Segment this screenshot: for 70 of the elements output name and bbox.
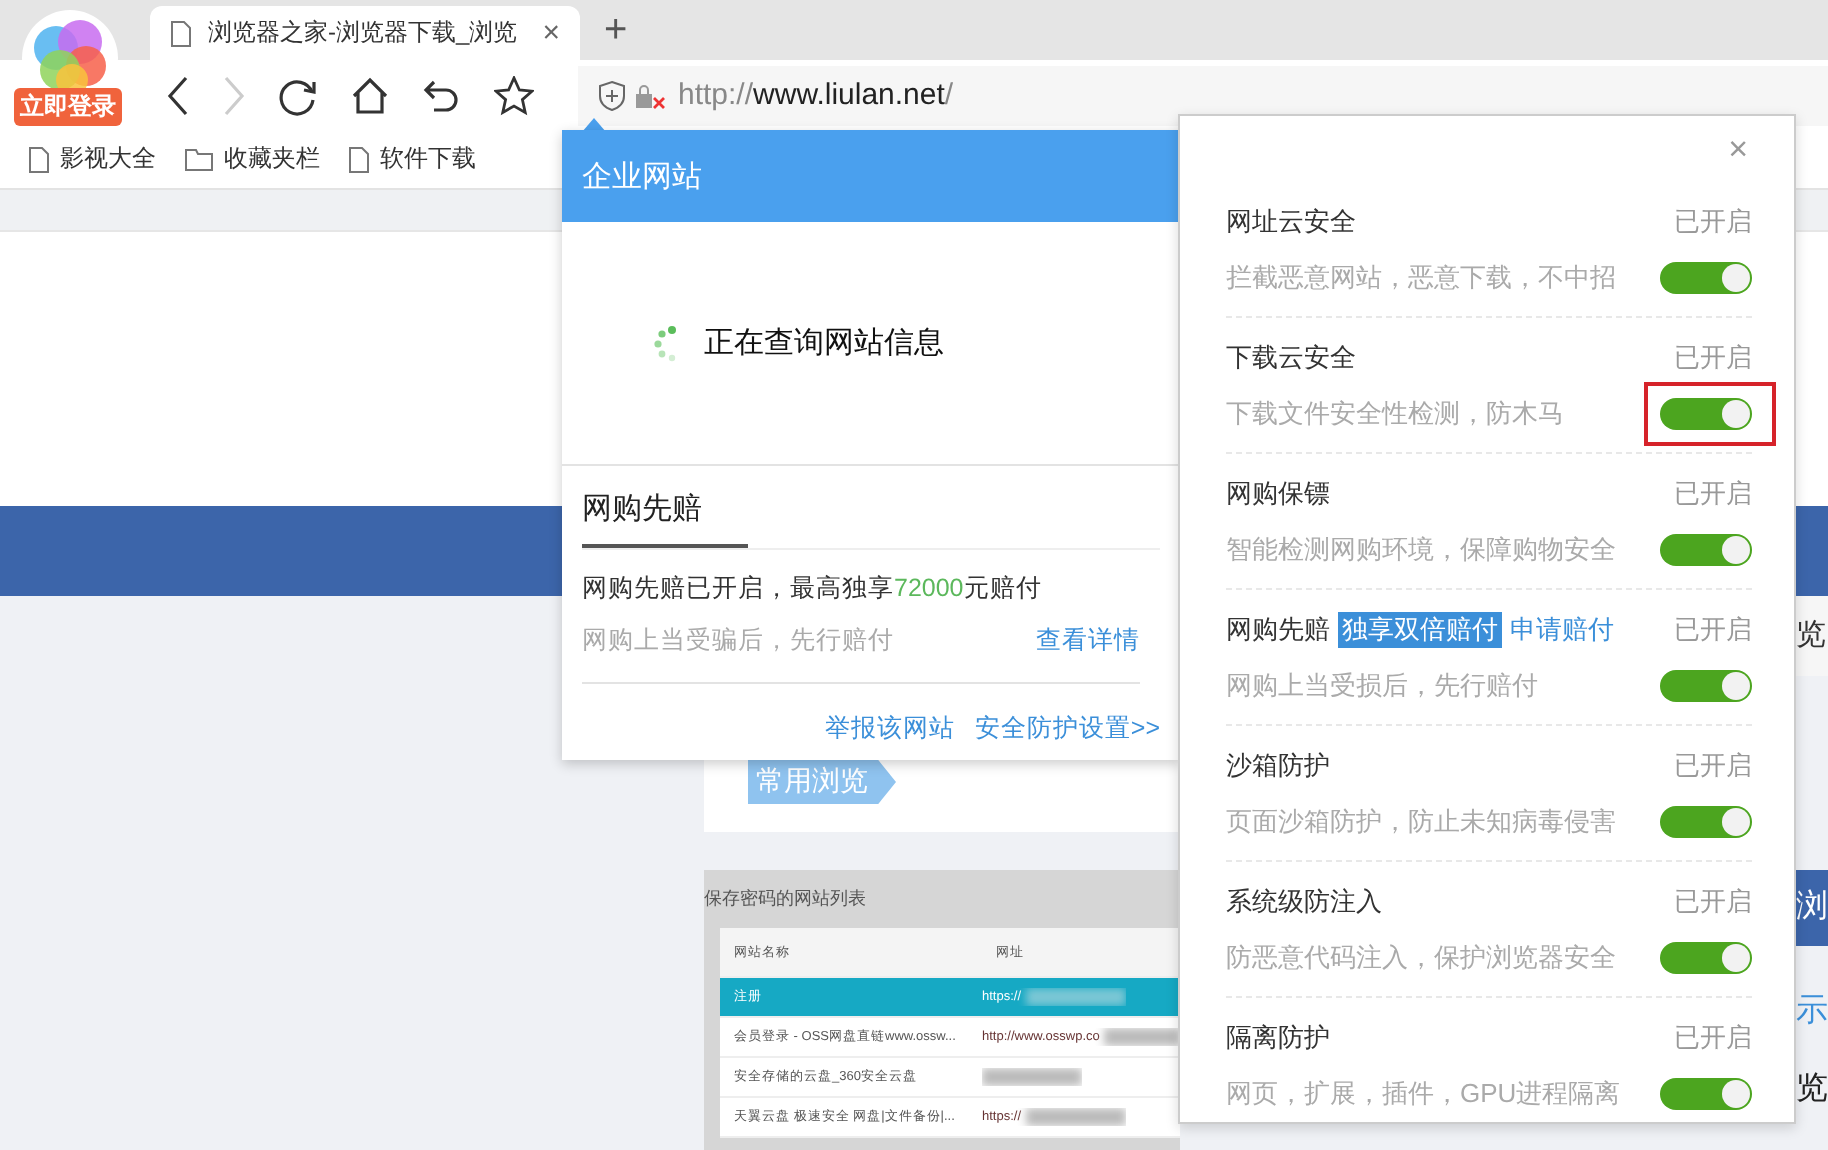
- browser-tab[interactable]: 浏览器之家-浏览器下载_浏览 ×: [150, 6, 580, 60]
- toggle-switch[interactable]: [1660, 261, 1752, 293]
- edge-text: 览: [1796, 1070, 1828, 1110]
- blurred-text: [1025, 988, 1126, 1006]
- guarantee-text: 网购先赔已开启，最高独享72000元赔付: [582, 548, 1160, 606]
- edge-button[interactable]: 浏: [1796, 870, 1828, 946]
- screenshot-title: 保存密码的网站列表: [704, 886, 866, 912]
- status-label: 已开启: [1674, 747, 1752, 783]
- status-label: 已开启: [1674, 883, 1752, 919]
- status-label: 已开启: [1674, 1020, 1752, 1056]
- blurred-text: [1025, 1108, 1126, 1126]
- new-tab-button[interactable]: +: [604, 8, 628, 54]
- tab-title: 浏览器之家-浏览器下载_浏览: [208, 16, 520, 50]
- toggle-switch[interactable]: [1660, 533, 1752, 565]
- status-text: 正在查询网站信息: [704, 324, 944, 362]
- setting-description: 网购上当受损后，先行赔付: [1226, 667, 1540, 703]
- section-tab[interactable]: 网购先赔: [582, 466, 748, 548]
- page-icon: [348, 145, 370, 173]
- setting-description: 智能检测网购环境，保障购物安全: [1226, 531, 1618, 567]
- note-text: 网购上当受骗后，先行赔付: [582, 624, 894, 658]
- status-label: 已开启: [1674, 611, 1752, 647]
- claim-link[interactable]: 申请赔付: [1510, 611, 1614, 647]
- star-icon[interactable]: [494, 75, 534, 115]
- home-icon[interactable]: [350, 75, 390, 115]
- setting-description: 防恶意代码注入，保护浏览器安全: [1226, 939, 1618, 975]
- folder-icon: [184, 147, 214, 171]
- back-icon[interactable]: [166, 75, 190, 115]
- footer-link[interactable]: 举报该网站: [824, 712, 955, 746]
- page-icon: [28, 145, 50, 173]
- setting-title: 网购先赔: [1226, 611, 1330, 647]
- login-button[interactable]: 立即登录: [14, 88, 122, 126]
- address-bar[interactable]: http://www.liulan.net/: [578, 65, 1828, 125]
- toggle-switch[interactable]: [1660, 669, 1752, 701]
- setting-description: 下载文件安全性检测，防木马: [1226, 395, 1566, 431]
- setting-title: 隔离防护: [1226, 1020, 1330, 1056]
- status-label: 已开启: [1674, 339, 1752, 375]
- bookmark-item[interactable]: 收藏夹栏: [184, 142, 320, 176]
- url-text: http://www.liulan.net/: [678, 78, 954, 112]
- toggle-switch[interactable]: [1660, 397, 1752, 429]
- bookmark-item[interactable]: 软件下载: [348, 142, 476, 176]
- toggle-switch[interactable]: [1660, 941, 1752, 973]
- setting-title: 下载云安全: [1226, 339, 1356, 375]
- blurred-text: [982, 1068, 1082, 1086]
- blurred-text: [1103, 1028, 1180, 1046]
- footer-link[interactable]: 安全防护设置>>: [974, 712, 1160, 746]
- details-link[interactable]: 查看详情: [1036, 624, 1140, 658]
- toggle-switch[interactable]: [1660, 805, 1752, 837]
- section-tag: 常用浏览: [748, 760, 896, 804]
- setting-title: 网址云安全: [1226, 203, 1356, 239]
- setting-title: 沙箱防护: [1226, 747, 1330, 783]
- reload-icon[interactable]: [278, 75, 318, 115]
- status-label: 已开启: [1674, 203, 1752, 239]
- forward-icon[interactable]: [222, 75, 246, 115]
- status-label: 已开启: [1674, 475, 1752, 511]
- page-icon: [170, 19, 192, 47]
- setting-title: 系统级防注入: [1226, 883, 1382, 919]
- shield-icon[interactable]: [598, 79, 626, 111]
- toggle-switch[interactable]: [1660, 1078, 1752, 1110]
- popup-title: 企业网站: [582, 157, 702, 195]
- bookmark-item[interactable]: 影视大全: [28, 142, 156, 176]
- promo-badge: 独享双倍赔付: [1338, 611, 1502, 647]
- edge-text: 览: [1796, 596, 1828, 676]
- close-tab-button[interactable]: ×: [542, 16, 560, 50]
- undo-icon[interactable]: [422, 77, 462, 113]
- setting-title: 网购保镖: [1226, 475, 1330, 511]
- setting-description: 页面沙箱防护，防止未知病毒侵害: [1226, 803, 1618, 839]
- insecure-lock-icon[interactable]: [634, 81, 666, 109]
- edge-link[interactable]: 示: [1796, 990, 1828, 1032]
- setting-description: 网页，扩展，插件，GPU进程隔离: [1226, 1076, 1623, 1112]
- setting-description: 拦截恶意网站，恶意下载，不中招: [1226, 259, 1618, 295]
